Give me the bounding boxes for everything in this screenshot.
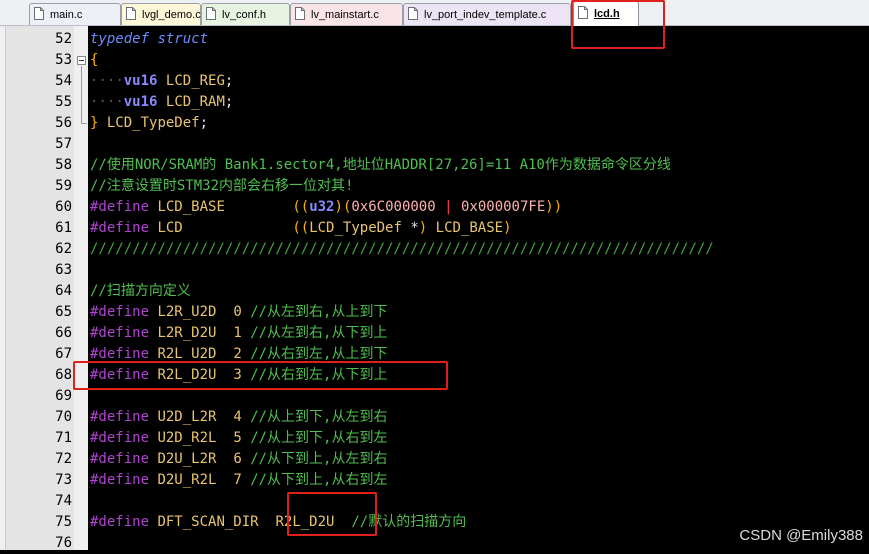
file-icon <box>126 6 136 23</box>
file-icon <box>295 6 305 23</box>
code-text: #define U2D_R2L 5 //从上到下,从右到左 <box>90 430 388 446</box>
tab-label: lcd.h <box>594 8 620 20</box>
tab-main-c[interactable]: main.c <box>29 3 121 25</box>
code-text: #define DFT_SCAN_DIR R2L_D2U //默认的扫描方向 <box>90 514 467 530</box>
tab-label: lv_port_indev_template.c <box>424 8 547 21</box>
code-line[interactable]: 74 <box>0 491 869 512</box>
file-icon <box>206 6 216 23</box>
line-number: 67 <box>55 346 72 362</box>
code-text: { <box>90 52 99 68</box>
line-number: 64 <box>55 283 72 299</box>
tab-lv-port-indev-template-c[interactable]: lv_port_indev_template.c <box>403 3 571 25</box>
tab-label: lvgl_demo.c <box>142 8 201 21</box>
code-text: #define R2L_D2U 3 //从右到左,从下到上 <box>90 367 388 383</box>
line-number: 71 <box>55 430 72 446</box>
code-line[interactable]: 54 ····vu16 LCD_REG; <box>0 71 869 92</box>
line-number: 53 <box>55 52 72 68</box>
code-editor[interactable]: 52 typedef struct 53 {54 ····vu16 LCD_REG; 55… <box>0 26 869 551</box>
line-number: 75 <box>55 514 72 530</box>
code-text: ····vu16 LCD_RAM; <box>90 94 234 110</box>
code-text: } LCD_TypeDef; <box>90 115 209 131</box>
code-line[interactable]: 73 #define D2U_R2L 7 //从下到上,从右到左 <box>0 470 869 491</box>
tab-lv-conf-h[interactable]: lv_conf.h <box>201 3 290 25</box>
code-line[interactable]: 68 #define R2L_D2U 3 //从右到左,从下到上 <box>0 365 869 386</box>
code-line[interactable]: 67 #define R2L_U2D 2 //从右到左,从上到下 <box>0 344 869 365</box>
code-line[interactable]: 61 #define LCD ((LCD_TypeDef *) LCD_BASE) <box>0 218 869 239</box>
code-text: #define LCD_BASE ((u32)(0x6C000000 | 0x0… <box>90 199 563 215</box>
line-number: 59 <box>55 178 72 194</box>
line-number: 70 <box>55 409 72 425</box>
line-number: 69 <box>55 388 72 404</box>
file-icon <box>34 6 44 23</box>
tab-lvgl-demo-c[interactable]: lvgl_demo.c <box>121 3 201 25</box>
line-number: 62 <box>55 241 72 257</box>
line-number: 72 <box>55 451 72 467</box>
tab-label: main.c <box>50 8 83 21</box>
code-text: #define L2R_D2U 1 //从左到右,从下到上 <box>90 325 388 341</box>
code-text: //使用NOR/SRAM的 Bank1.sector4,地址位HADDR[27,… <box>90 157 671 173</box>
code-line[interactable]: 57 <box>0 134 869 155</box>
line-number: 65 <box>55 304 72 320</box>
line-number: 52 <box>55 31 72 47</box>
tab-lcd-h[interactable]: lcd.h <box>573 1 639 26</box>
code-text: //扫描方向定义 <box>90 283 191 299</box>
code-text: #define D2U_R2L 7 //从下到上,从右到左 <box>90 472 388 488</box>
code-text: #define L2R_U2D 0 //从左到右,从上到下 <box>90 304 388 320</box>
code-line[interactable]: 62 //////////////////////////////////////… <box>0 239 869 260</box>
code-line[interactable]: 52 typedef struct <box>0 29 869 50</box>
line-number: 63 <box>55 262 72 278</box>
line-number: 60 <box>55 199 72 215</box>
code-text: #define U2D_L2R 4 //从上到下,从左到右 <box>90 409 388 425</box>
line-number: 66 <box>55 325 72 341</box>
line-number: 57 <box>55 136 72 152</box>
code-text: #define LCD ((LCD_TypeDef *) LCD_BASE) <box>90 220 512 236</box>
code-line[interactable]: 65 #define L2R_U2D 0 //从左到右,从上到下 <box>0 302 869 323</box>
code-line[interactable]: 55 ····vu16 LCD_RAM; <box>0 92 869 113</box>
line-number: 74 <box>55 493 72 509</box>
code-text: #define D2U_L2R 6 //从下到上,从左到右 <box>90 451 388 467</box>
line-number: 58 <box>55 157 72 173</box>
code-line[interactable]: 70 #define U2D_L2R 4 //从上到下,从左到右 <box>0 407 869 428</box>
code-line[interactable]: 69 <box>0 386 869 407</box>
code-text: typedef struct <box>90 31 209 47</box>
file-icon <box>578 6 588 22</box>
tab-label: lv_conf.h <box>222 8 267 21</box>
code-text: #define R2L_U2D 2 //从右到左,从上到下 <box>90 346 388 362</box>
code-line[interactable]: 66 #define L2R_D2U 1 //从左到右,从下到上 <box>0 323 869 344</box>
code-text: //注意设置时STM32内部会右移一位对其! <box>90 178 354 194</box>
code-line[interactable]: 58 //使用NOR/SRAM的 Bank1.sector4,地址位HADDR[2… <box>0 155 869 176</box>
tab-lv-mainstart-c[interactable]: lv_mainstart.c <box>290 3 403 25</box>
line-number: 55 <box>55 94 72 110</box>
line-number: 73 <box>55 472 72 488</box>
code-line[interactable]: 56 } LCD_TypeDef; <box>0 113 869 134</box>
code-line[interactable]: 64 //扫描方向定义 <box>0 281 869 302</box>
line-number: 76 <box>55 535 72 551</box>
tab-label: lv_mainstart.c <box>311 8 379 21</box>
line-number: 68 <box>55 367 72 383</box>
code-line[interactable]: 60 #define LCD_BASE ((u32)(0x6C000000 | 0… <box>0 197 869 218</box>
code-text: ····vu16 LCD_REG; <box>90 73 234 89</box>
line-number: 54 <box>55 73 72 89</box>
file-icon <box>408 6 418 23</box>
csdn-watermark: CSDN @Emily388 <box>739 527 863 544</box>
code-text: ////////////////////////////////////////… <box>90 241 714 257</box>
code-line[interactable]: 59 //注意设置时STM32内部会右移一位对其! <box>0 176 869 197</box>
code-line[interactable]: 53 { <box>0 50 869 71</box>
code-line[interactable]: 71 #define U2D_R2L 5 //从上到下,从右到左 <box>0 428 869 449</box>
code-line[interactable]: 63 <box>0 260 869 281</box>
line-number: 56 <box>55 115 72 131</box>
line-number: 61 <box>55 220 72 236</box>
editor-tab-bar: main.c lvgl_demo.c lv_conf.h lv_mainstart.c… <box>0 0 869 26</box>
code-line[interactable]: 72 #define D2U_L2R 6 //从下到上,从左到右 <box>0 449 869 470</box>
